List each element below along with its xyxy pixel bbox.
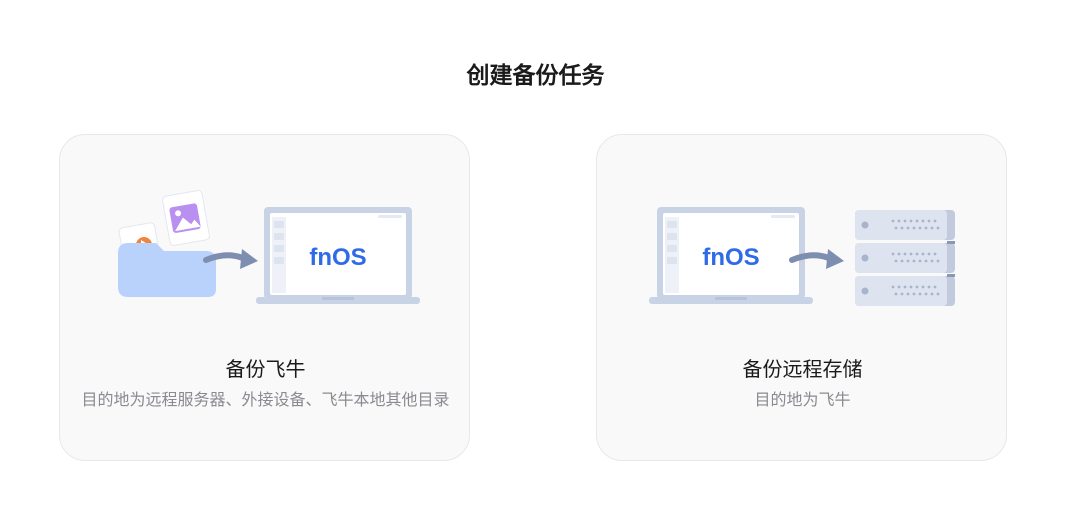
backup-fnos-card[interactable]: fnOS 备份飞牛 目的地为远程服务器、外接设备、飞牛本地其他目录: [59, 134, 470, 461]
laptop-icon: fnOS: [256, 207, 420, 304]
laptop-icon: fnOS: [649, 207, 813, 304]
backup-remote-illustration: fnOS: [649, 207, 955, 306]
card-description: 目的地为远程服务器、外接设备、飞牛本地其他目录: [81, 390, 450, 409]
card-title: 备份飞牛: [225, 357, 306, 381]
card-description: 目的地为飞牛: [754, 390, 851, 409]
card-title: 备份远程存储: [742, 357, 863, 381]
laptop-screen-label: fnOS: [702, 244, 759, 271]
backup-fnos-illustration: fnOS: [118, 190, 420, 304]
image-icon: [169, 203, 201, 233]
backup-remote-storage-card[interactable]: fnOS 备份远程存储 目的地为飞牛: [596, 134, 1007, 461]
folder-icon: [118, 243, 216, 297]
server-icon: [855, 210, 955, 306]
laptop-screen-label: fnOS: [309, 244, 366, 271]
page-title: 创建备份任务: [466, 63, 605, 89]
